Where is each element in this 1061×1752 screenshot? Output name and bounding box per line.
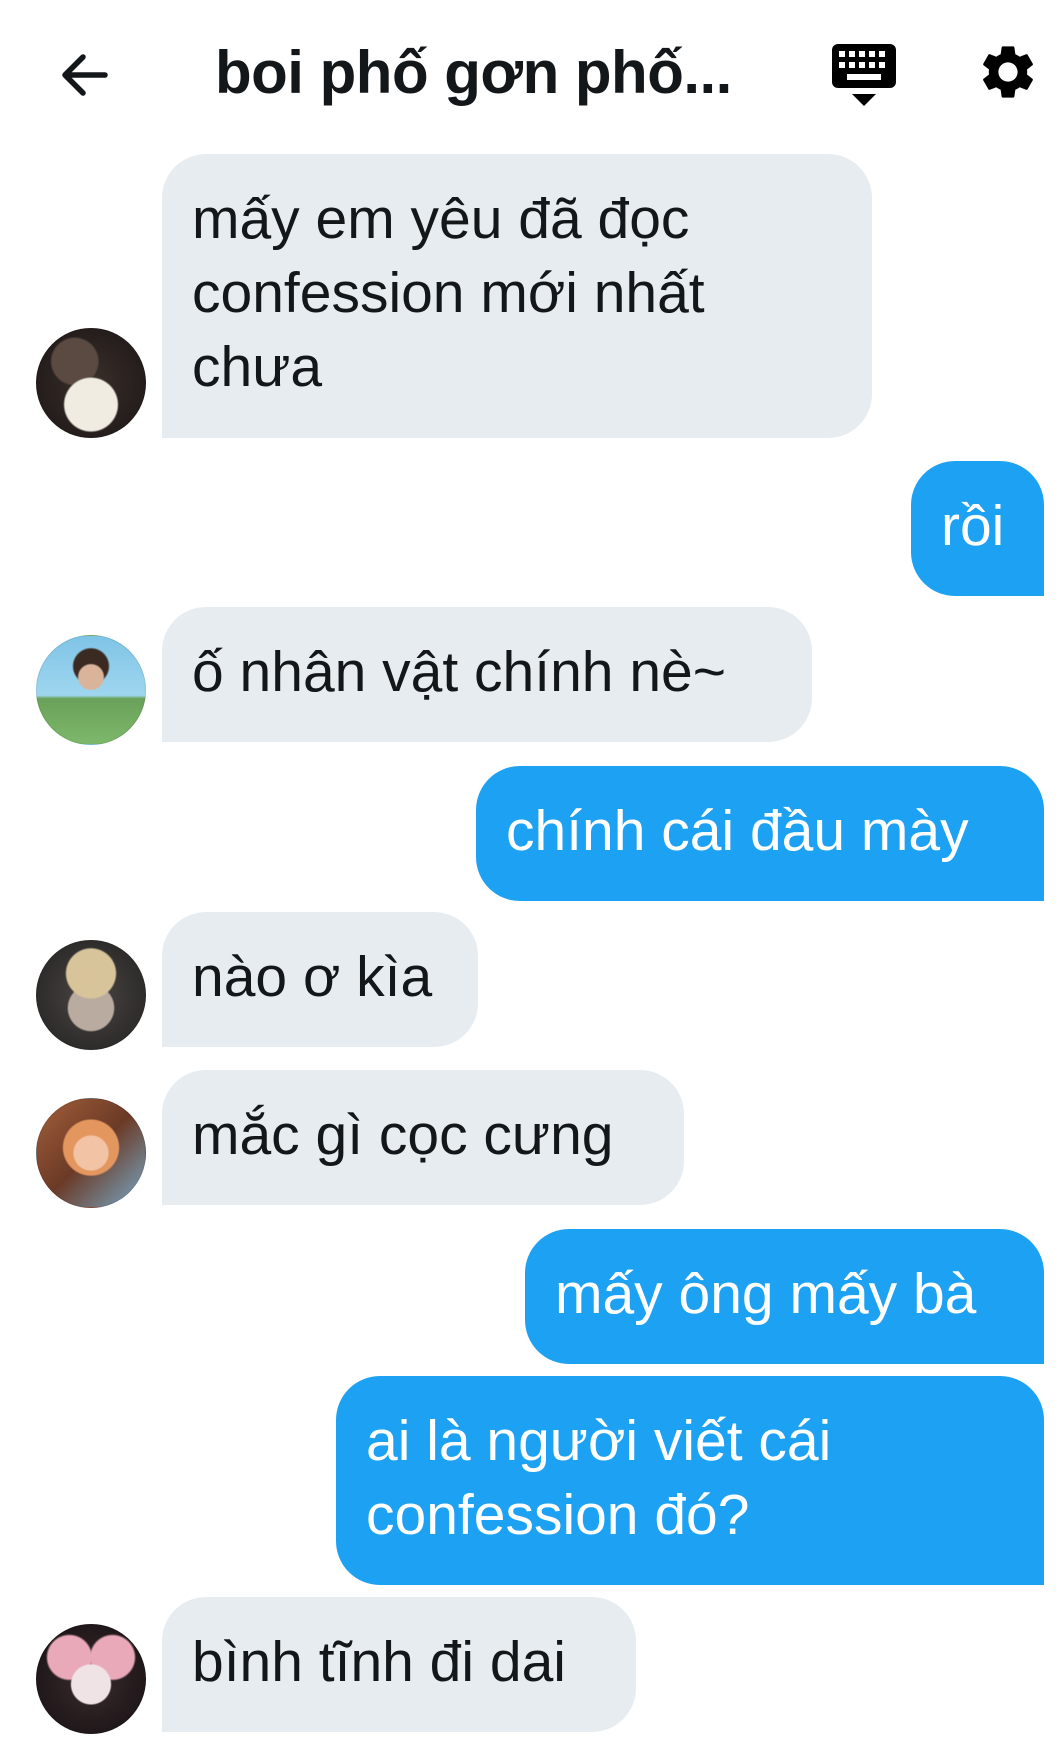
settings-button[interactable]	[976, 40, 1040, 104]
keyboard-toggle-button[interactable]	[830, 42, 898, 108]
message-bubble-incoming: mắc gì cọc cưng	[162, 1070, 684, 1205]
chat-header: boi phố gơn phố...	[0, 0, 1061, 150]
arrow-left-icon	[62, 54, 108, 96]
message-bubble-outgoing: mấy ông mấy bà	[525, 1229, 1044, 1364]
message-bubble-incoming: mấy em yêu đã đọc confession mới nhất ch…	[162, 154, 872, 438]
gear-icon	[983, 46, 1033, 98]
message-bubble-outgoing: ai là người viết cái confession đó?	[336, 1376, 1044, 1585]
message-bubble-incoming: bình tĩnh đi dai	[162, 1597, 636, 1732]
keyboard-icon	[832, 44, 896, 106]
avatar[interactable]	[36, 635, 146, 745]
avatar[interactable]	[36, 1098, 146, 1208]
avatar[interactable]	[36, 940, 146, 1050]
message-bubble-outgoing: chính cái đầu mày	[476, 766, 1044, 901]
avatar[interactable]	[36, 1624, 146, 1734]
message-bubble-outgoing: rồi	[911, 461, 1044, 596]
back-button[interactable]	[55, 45, 115, 105]
conversation-title: boi phố gơn phố...	[215, 39, 732, 106]
message-bubble-incoming: ố nhân vật chính nè~	[162, 607, 812, 742]
message-bubble-incoming: nào ơ kìa	[162, 912, 478, 1047]
avatar[interactable]	[36, 328, 146, 438]
